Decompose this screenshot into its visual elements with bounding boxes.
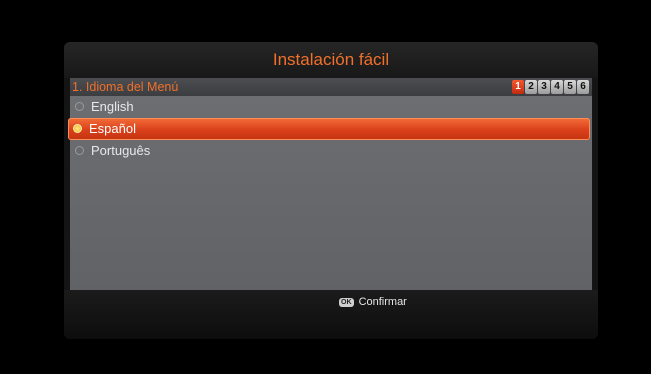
language-option-espanol[interactable]: Español — [68, 118, 590, 140]
radio-selected-icon — [73, 124, 82, 133]
confirm-hint[interactable]: OK Confirmar — [339, 295, 407, 309]
step-title: 1. Idioma del Menú — [72, 80, 179, 94]
ok-button-icon: OK — [339, 297, 354, 307]
option-label: Português — [91, 143, 151, 158]
option-label: English — [91, 99, 134, 114]
radio-icon — [75, 102, 84, 111]
step-indicator-1: 1 — [512, 80, 524, 94]
step-indicator-6: 6 — [577, 80, 589, 94]
step-indicator-2: 2 — [525, 80, 537, 94]
wizard-title: Instalación fácil — [64, 42, 598, 78]
wizard-footer: OK Confirmar — [64, 290, 598, 339]
language-option-english[interactable]: English — [70, 96, 592, 118]
confirm-label: Confirmar — [358, 296, 407, 308]
step-indicator-3: 3 — [538, 80, 550, 94]
option-label: Español — [89, 121, 136, 136]
radio-icon — [75, 146, 84, 155]
step-indicator-5: 5 — [564, 80, 576, 94]
step-indicator-4: 4 — [551, 80, 563, 94]
language-option-portugues[interactable]: Português — [70, 140, 592, 162]
setup-wizard-panel: Instalación fácil 1. Idioma del Menú 1 2… — [64, 42, 598, 339]
language-options: English Español Português — [68, 96, 592, 162]
step-indicators: 1 2 3 4 5 6 — [512, 80, 589, 94]
step-header: 1. Idioma del Menú 1 2 3 4 5 6 — [70, 78, 592, 96]
